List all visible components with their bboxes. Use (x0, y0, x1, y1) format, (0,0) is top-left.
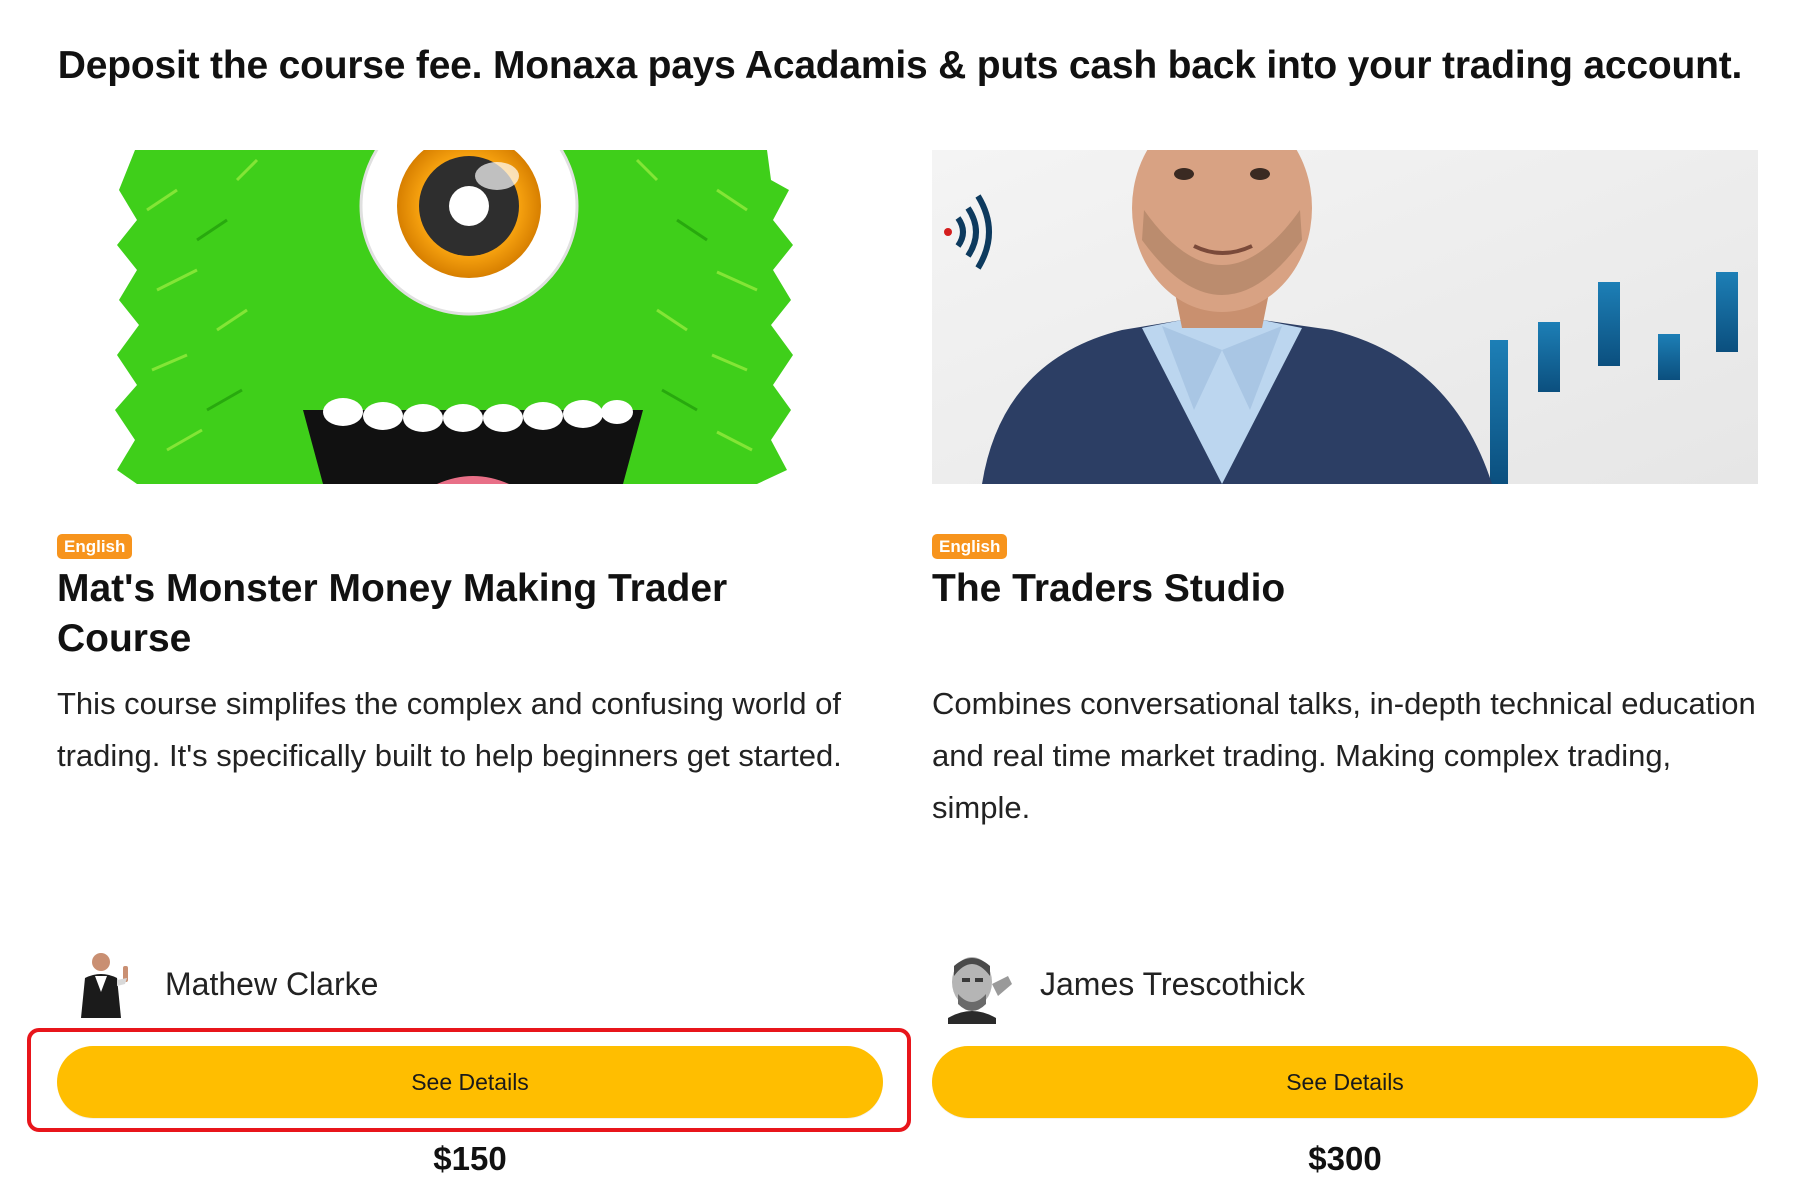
course-price: $150 (433, 1140, 507, 1177)
language-badge: English (57, 534, 133, 559)
presenter-with-chart-icon (932, 150, 1758, 484)
course-card-monster: English Mat's Monster Money Making Trade… (57, 150, 883, 1190)
author-avatar-icon (67, 948, 143, 1024)
course-title[interactable]: The Traders Studio (932, 564, 1732, 614)
author-name[interactable]: James Trescothick (1040, 966, 1305, 1003)
course-description: Combines conversational talks, in-depth … (932, 686, 1756, 825)
author-row: James Trescothick (932, 946, 1758, 1026)
page-headline: Deposit the course fee. Monaxa pays Acad… (57, 44, 1743, 87)
green-monster-icon (57, 150, 883, 484)
see-details-button[interactable]: See Details (57, 1046, 883, 1118)
course-image-monster[interactable] (57, 150, 883, 484)
course-price: $300 (1308, 1140, 1382, 1177)
author-row: Mathew Clarke (57, 946, 883, 1026)
see-details-button[interactable]: See Details (932, 1046, 1758, 1118)
course-title[interactable]: Mat's Monster Money Making Trader Course (57, 564, 857, 664)
course-image-traders-studio[interactable] (932, 150, 1758, 484)
language-badge: English (932, 534, 1008, 559)
course-description: This course simplifes the complex and co… (57, 686, 842, 773)
course-card-traders-studio: English The Traders Studio Combines conv… (932, 150, 1758, 1190)
author-avatar-icon (942, 948, 1018, 1024)
author-name[interactable]: Mathew Clarke (165, 966, 378, 1003)
